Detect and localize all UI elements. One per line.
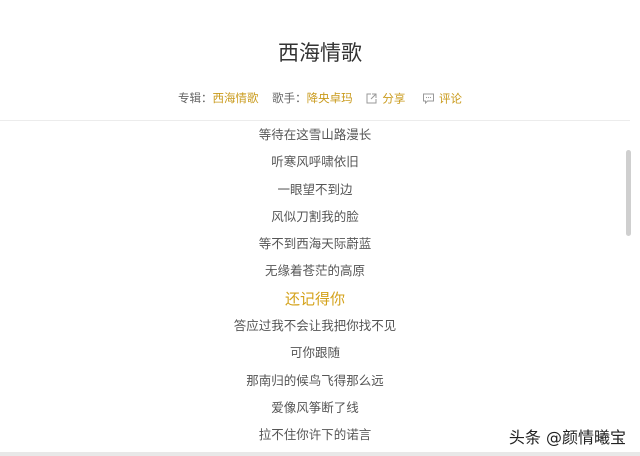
lyric-line: 等待在这雪山路漫长	[258, 127, 372, 142]
singer-label: 歌手：	[272, 91, 307, 105]
comment-label: 评论	[438, 91, 462, 105]
lyric-line: 风似刀割我的脸	[271, 208, 359, 224]
lyric-line: 答应过我不会让我把你找不见	[233, 318, 397, 334]
watermark: 头条 @颜情曦宝	[508, 428, 626, 447]
album-link[interactable]: 西海情歌	[213, 91, 259, 105]
lyric-line: 可你跟随	[289, 345, 340, 361]
lyric-line: 听寒风呼啸依旧	[271, 154, 359, 170]
share-icon	[366, 93, 377, 103]
share-button[interactable]: 分享	[356, 91, 405, 105]
lyrics-panel: 等待在这雪山路漫长 听寒风呼啸依旧 一眼望不到边 风似刀割我的脸 等不到西海天际蔚蓝 无缘…	[0, 125, 630, 453]
scrollbar-thumb[interactable]	[626, 150, 631, 236]
song-meta: 专辑：西海情歌 歌手：降央卓玛 分享 评论	[0, 90, 640, 106]
lyric-line: 无缘着苍茫的高原	[264, 263, 365, 279]
lyric-line: 一眼望不到边	[277, 181, 353, 197]
bottom-bar	[0, 452, 640, 456]
comment-button[interactable]: 评论	[409, 91, 462, 105]
divider	[0, 120, 630, 121]
album-label: 专辑：	[178, 91, 213, 105]
lyric-line: 那南归的候鸟飞得那么远	[246, 372, 384, 388]
share-label: 分享	[382, 91, 406, 105]
lyric-line-active: 还记得你	[284, 289, 345, 308]
lyric-line: 爱像风筝断了线	[271, 399, 359, 415]
lyric-line: 等不到西海天际蔚蓝	[258, 236, 372, 252]
song-title: 西海情歌	[278, 41, 362, 65]
comment-icon	[422, 93, 434, 104]
singer-link[interactable]: 降央卓玛	[307, 91, 353, 105]
